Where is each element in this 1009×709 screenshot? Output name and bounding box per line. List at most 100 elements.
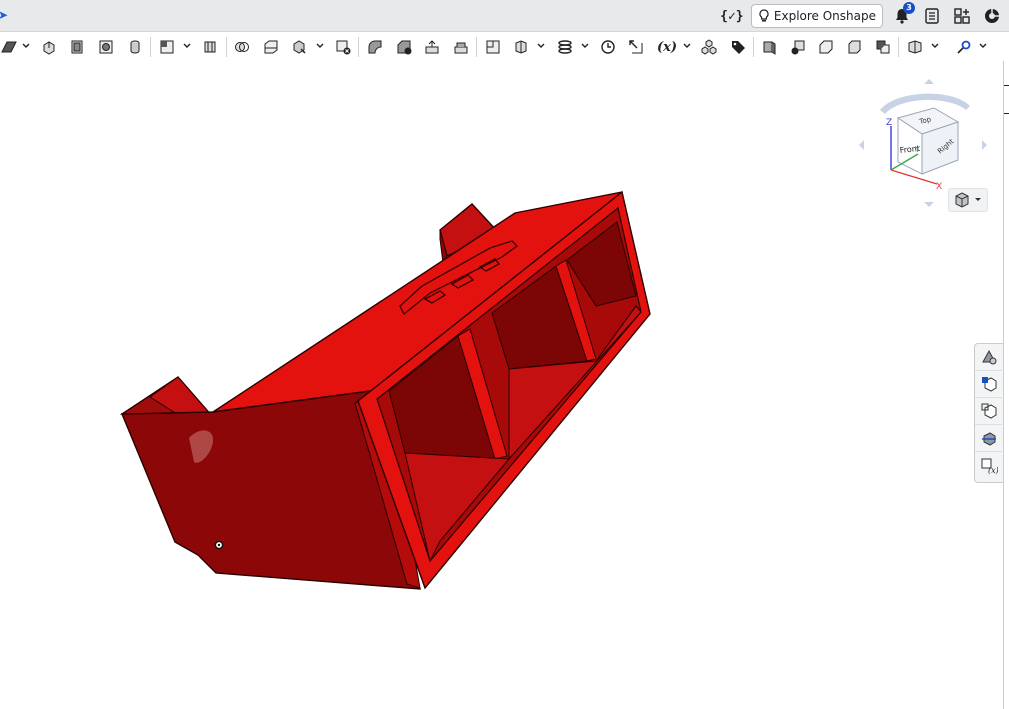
chevron-down-icon[interactable] bbox=[979, 42, 987, 50]
chevron-down-icon[interactable] bbox=[183, 42, 191, 50]
thicken-tool[interactable] bbox=[158, 38, 176, 56]
rib-tool[interactable] bbox=[452, 38, 470, 56]
draft-tool[interactable] bbox=[423, 38, 441, 56]
helix-icon bbox=[558, 40, 572, 54]
checklist-icon bbox=[925, 8, 939, 24]
extrude-tool[interactable] bbox=[40, 38, 58, 56]
cube-view-icon bbox=[955, 192, 969, 208]
toolbar-divider bbox=[226, 37, 227, 57]
measure-button[interactable] bbox=[975, 398, 1002, 425]
explore-onshape-button[interactable]: Explore Onshape bbox=[750, 4, 883, 28]
split-icon bbox=[264, 40, 278, 54]
hole-icon bbox=[515, 40, 527, 54]
measure-icon bbox=[981, 403, 996, 419]
sweep-icon bbox=[99, 40, 113, 54]
mate-connector-tool[interactable] bbox=[599, 38, 617, 56]
top-bar: ➤ {✓} Explore Onshape 3 bbox=[0, 0, 1009, 32]
configuration-icon: (x) bbox=[981, 458, 998, 475]
rib-icon bbox=[454, 42, 468, 54]
thicken-icon bbox=[160, 40, 174, 54]
cubes-icon bbox=[701, 39, 717, 55]
search-tools-button[interactable] bbox=[955, 38, 973, 56]
variable-label: (x) bbox=[656, 39, 678, 55]
revolve-tool[interactable] bbox=[68, 38, 86, 56]
chevron-down-icon[interactable] bbox=[581, 42, 589, 50]
arrow-right-icon bbox=[982, 140, 987, 150]
viewcube-box[interactable]: Top Front Right bbox=[896, 107, 960, 175]
pattern-tool[interactable] bbox=[556, 38, 574, 56]
view-mode-dropdown[interactable] bbox=[948, 188, 988, 212]
explore-onshape-label: Explore Onshape bbox=[773, 9, 876, 23]
enclose-tool[interactable] bbox=[201, 38, 219, 56]
assign-material-tool[interactable] bbox=[729, 38, 747, 56]
boolean-tool[interactable] bbox=[233, 38, 251, 56]
derived-tool[interactable] bbox=[700, 38, 718, 56]
sheet-metal-icon bbox=[763, 41, 776, 55]
transform-tool[interactable] bbox=[290, 38, 308, 56]
search-tools-icon bbox=[957, 40, 971, 54]
extrude-icon bbox=[43, 41, 55, 55]
lightbulb-icon bbox=[759, 9, 769, 22]
sketch-tool[interactable] bbox=[0, 38, 18, 56]
tasks-button[interactable] bbox=[921, 5, 943, 27]
appearance-icon bbox=[981, 349, 996, 365]
help-button[interactable] bbox=[981, 5, 1003, 27]
sketch-icon bbox=[1, 41, 17, 53]
enclose-icon bbox=[204, 41, 216, 53]
chevron-down-icon[interactable] bbox=[316, 42, 324, 50]
flange-tool[interactable] bbox=[817, 38, 835, 56]
draft-icon bbox=[425, 40, 439, 54]
app-store-button[interactable] bbox=[951, 5, 973, 27]
bend-relief-icon bbox=[876, 40, 890, 54]
sheet-metal-tool[interactable] bbox=[760, 38, 778, 56]
chamfer-icon bbox=[397, 40, 412, 55]
axis-z-label: Z bbox=[886, 118, 892, 128]
arrow-up-icon bbox=[924, 79, 934, 84]
variable-tool[interactable]: (x) bbox=[655, 38, 679, 56]
loft-tool[interactable] bbox=[126, 38, 144, 56]
axis-y-label: Y bbox=[914, 145, 920, 154]
fillet-tool[interactable] bbox=[366, 38, 384, 56]
frame-tool[interactable] bbox=[906, 38, 924, 56]
feature-toolbar: (x) bbox=[0, 33, 1009, 61]
chevron-down-icon[interactable] bbox=[931, 42, 939, 50]
feature-list-edge bbox=[1003, 61, 1009, 709]
appearance-panel-button[interactable] bbox=[975, 344, 1002, 371]
frame-icon bbox=[908, 40, 922, 54]
chevron-down-icon[interactable] bbox=[537, 42, 545, 50]
boolean-icon bbox=[235, 42, 249, 52]
right-side-panel: (x) bbox=[974, 343, 1003, 483]
transform-icon bbox=[293, 40, 306, 54]
revolve-icon bbox=[71, 40, 83, 54]
clock-icon bbox=[601, 40, 615, 54]
delete-part-tool[interactable] bbox=[334, 38, 352, 56]
3d-part-model[interactable] bbox=[0, 61, 700, 621]
shell-icon bbox=[486, 40, 500, 54]
tab-tool[interactable] bbox=[845, 38, 863, 56]
chevron-down-icon[interactable] bbox=[683, 42, 691, 50]
delete-part-icon bbox=[336, 40, 351, 55]
configuration-button[interactable]: (x) bbox=[975, 452, 1002, 479]
split-tool[interactable] bbox=[262, 38, 280, 56]
shell-tool[interactable] bbox=[484, 38, 502, 56]
fillet-icon bbox=[368, 40, 382, 54]
variables-toggle-button[interactable]: {✓} bbox=[720, 5, 743, 27]
edge-tick bbox=[1004, 113, 1009, 114]
plane-tool[interactable] bbox=[627, 38, 645, 56]
section-view-button[interactable] bbox=[975, 425, 1002, 452]
toolbar-divider bbox=[358, 37, 359, 57]
bend-relief-tool[interactable] bbox=[874, 38, 892, 56]
mass-properties-button[interactable] bbox=[975, 371, 1002, 398]
notifications-button[interactable]: 3 bbox=[891, 2, 915, 27]
chevron-down-icon[interactable] bbox=[22, 42, 30, 50]
collapse-arrow-icon[interactable]: ➤ bbox=[0, 8, 8, 22]
tag-icon bbox=[732, 41, 745, 54]
sweep-tool[interactable] bbox=[97, 38, 115, 56]
chamfer-tool[interactable] bbox=[395, 38, 413, 56]
arrow-down-icon bbox=[924, 202, 934, 207]
sheet-metal-delete-tool[interactable] bbox=[789, 38, 807, 56]
hole-tool[interactable] bbox=[512, 38, 530, 56]
help-icon bbox=[985, 9, 999, 23]
section-view-icon bbox=[981, 432, 996, 446]
sheet-metal-delete-icon bbox=[791, 40, 805, 55]
